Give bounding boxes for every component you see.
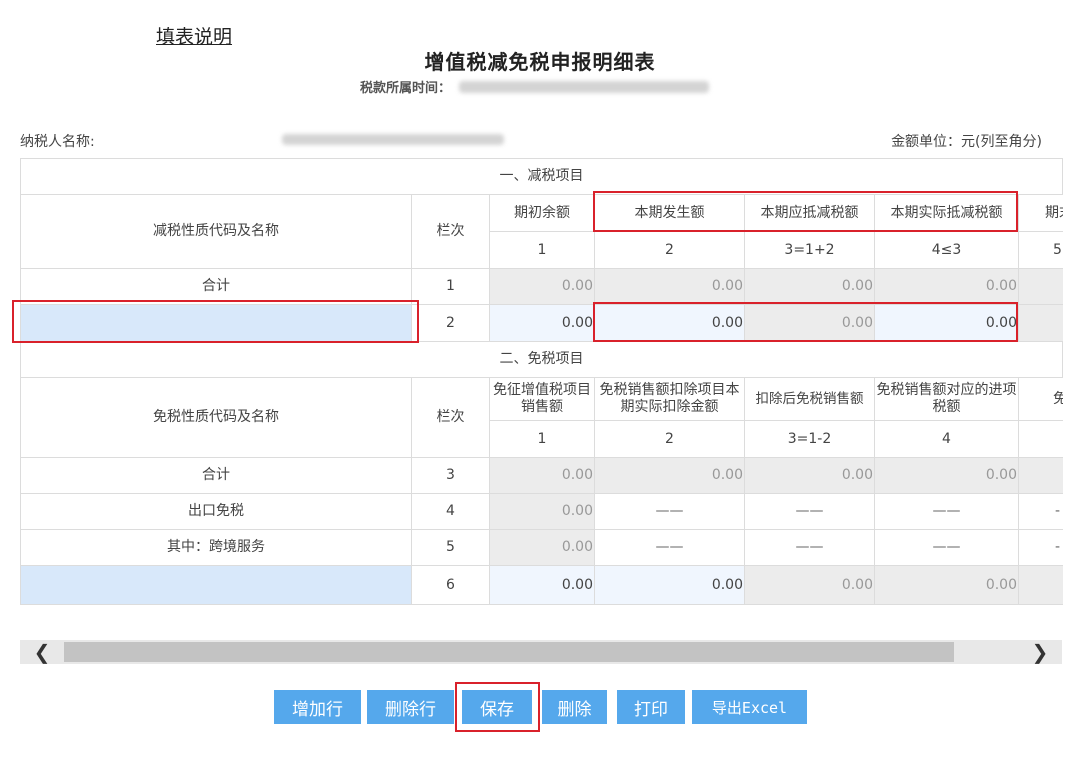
scrollbar-thumb[interactable] bbox=[64, 642, 954, 662]
reduction-col-number-4: 4≤3 bbox=[875, 232, 1019, 269]
exemption-name-header: 免税性质代码及名称 bbox=[21, 378, 412, 458]
reduction-row2-line: 2 bbox=[412, 305, 490, 342]
exemption-section-title: 二、免税项目 bbox=[21, 342, 1063, 378]
exemption-row6-line: 6 bbox=[412, 566, 490, 605]
reduction-row2-value-5 bbox=[1019, 305, 1063, 342]
cross-border-service-value-2: —— bbox=[595, 530, 745, 566]
print-button[interactable]: 打印 bbox=[617, 690, 685, 724]
exemption-after-deduction-value: 0.00 bbox=[745, 566, 875, 605]
taxpayer-name-value-redacted bbox=[282, 134, 504, 145]
cross-border-service-value-1: 0.00 bbox=[490, 530, 595, 566]
exemption-code-select[interactable] bbox=[21, 566, 412, 605]
delete-row-button[interactable]: 删除行 bbox=[367, 690, 454, 724]
horizontal-scrollbar[interactable]: ❮ ❯ bbox=[20, 640, 1062, 664]
exemption-col-number-1: 1 bbox=[490, 421, 595, 458]
exemption-col-header-4: 免税销售额对应的进项税额 bbox=[875, 378, 1019, 421]
exemption-col-number-3: 3=1-2 bbox=[745, 421, 875, 458]
exemption-total-name: 合计 bbox=[21, 458, 412, 494]
export-exemption-value-4: —— bbox=[875, 494, 1019, 530]
exemption-total-value-4: 0.00 bbox=[875, 458, 1019, 494]
reduction-code-select[interactable] bbox=[21, 305, 412, 342]
exemption-input-tax-value: 0.00 bbox=[875, 566, 1019, 605]
reduction-total-value-2: 0.00 bbox=[595, 269, 745, 305]
reduction-section-title: 一、减税项目 bbox=[21, 159, 1063, 195]
exemption-col-number-2: 2 bbox=[595, 421, 745, 458]
save-button[interactable]: 保存 bbox=[462, 690, 532, 724]
reduction-col-header-1: 期初余额 bbox=[490, 195, 595, 232]
cross-border-service-value-4: —— bbox=[875, 530, 1019, 566]
exemption-total-line: 3 bbox=[412, 458, 490, 494]
cross-border-service-value-5: - bbox=[1019, 530, 1063, 566]
exemption-total-value-2: 0.00 bbox=[595, 458, 745, 494]
export-exemption-name: 出口免税 bbox=[21, 494, 412, 530]
reduction-col-number-2: 2 bbox=[595, 232, 745, 269]
taxpayer-name-label: 纳税人名称: bbox=[20, 134, 95, 150]
reduction-col-header-5: 期末余额 bbox=[1019, 195, 1063, 232]
form-title: 增值税减免税申报明细表 bbox=[424, 50, 656, 74]
reduction-total-line: 1 bbox=[412, 269, 490, 305]
exemption-total-value-3: 0.00 bbox=[745, 458, 875, 494]
exemption-row6-value-5 bbox=[1019, 566, 1063, 605]
exemption-sales-input[interactable]: 0.00 bbox=[490, 566, 595, 605]
exemption-col-header-3: 扣除后免税销售额 bbox=[745, 378, 875, 421]
cross-border-service-value-3: —— bbox=[745, 530, 875, 566]
amount-unit-label: 金额单位：元(列至角分) bbox=[891, 134, 1042, 150]
declaration-table: 一、减税项目 减税性质代码及名称 栏次 期初余额 本期发生额 本期应抵减税额 本… bbox=[20, 158, 1063, 605]
reduction-col-number-1: 1 bbox=[490, 232, 595, 269]
exemption-total-value-5 bbox=[1019, 458, 1063, 494]
export-excel-button[interactable]: 导出Excel bbox=[692, 690, 807, 724]
exemption-col-header-2: 免税销售额扣除项目本期实际扣除金额 bbox=[595, 378, 745, 421]
reduction-col-number-5: 5 bbox=[1019, 232, 1063, 269]
reduction-total-value-4: 0.00 bbox=[875, 269, 1019, 305]
add-row-button[interactable]: 增加行 bbox=[274, 690, 361, 724]
export-exemption-value-2: —— bbox=[595, 494, 745, 530]
reduction-line-header: 栏次 bbox=[412, 195, 490, 269]
tax-period: 税款所属时间： bbox=[360, 77, 710, 96]
export-exemption-line: 4 bbox=[412, 494, 490, 530]
reduction-name-header: 减税性质代码及名称 bbox=[21, 195, 412, 269]
exemption-col-number-5 bbox=[1019, 421, 1063, 458]
reduction-total-value-1: 0.00 bbox=[490, 269, 595, 305]
reduction-total-value-5 bbox=[1019, 269, 1063, 305]
scroll-right-icon[interactable]: ❯ bbox=[1018, 640, 1062, 664]
export-exemption-value-5: - bbox=[1019, 494, 1063, 530]
exemption-col-header-1: 免征增值税项目销售额 bbox=[490, 378, 595, 421]
export-exemption-value-1: 0.00 bbox=[490, 494, 595, 530]
reduction-deductible-value: 0.00 bbox=[745, 305, 875, 342]
fill-instructions-link[interactable]: 填表说明 bbox=[156, 22, 232, 49]
exemption-total-value-1: 0.00 bbox=[490, 458, 595, 494]
tax-period-label: 税款所属时间： bbox=[360, 81, 452, 96]
exemption-deduction-input[interactable]: 0.00 bbox=[595, 566, 745, 605]
reduction-actual-deduction-input[interactable]: 0.00 bbox=[875, 305, 1019, 342]
reduction-total-name: 合计 bbox=[21, 269, 412, 305]
reduction-total-value-3: 0.00 bbox=[745, 269, 875, 305]
reduction-opening-balance-input[interactable]: 0.00 bbox=[490, 305, 595, 342]
reduction-current-amount-input[interactable]: 0.00 bbox=[595, 305, 745, 342]
scroll-left-icon[interactable]: ❮ bbox=[20, 640, 64, 664]
reduction-col-header-3: 本期应抵减税额 bbox=[745, 195, 875, 232]
reduction-col-number-3: 3=1+2 bbox=[745, 232, 875, 269]
export-exemption-value-3: —— bbox=[745, 494, 875, 530]
delete-button[interactable]: 删除 bbox=[542, 690, 607, 724]
action-bar: 增加行 删除行 保存 删除 打印 导出Excel bbox=[0, 690, 1080, 724]
tax-period-value-redacted bbox=[459, 80, 710, 93]
cross-border-service-line: 5 bbox=[412, 530, 490, 566]
exemption-line-header: 栏次 bbox=[412, 378, 490, 458]
exemption-col-number-4: 4 bbox=[875, 421, 1019, 458]
exemption-col-header-5: 免税额 bbox=[1019, 378, 1063, 421]
cross-border-service-name: 其中：跨境服务 bbox=[21, 530, 412, 566]
reduction-col-header-4: 本期实际抵减税额 bbox=[875, 195, 1019, 232]
reduction-col-header-2: 本期发生额 bbox=[595, 195, 745, 232]
